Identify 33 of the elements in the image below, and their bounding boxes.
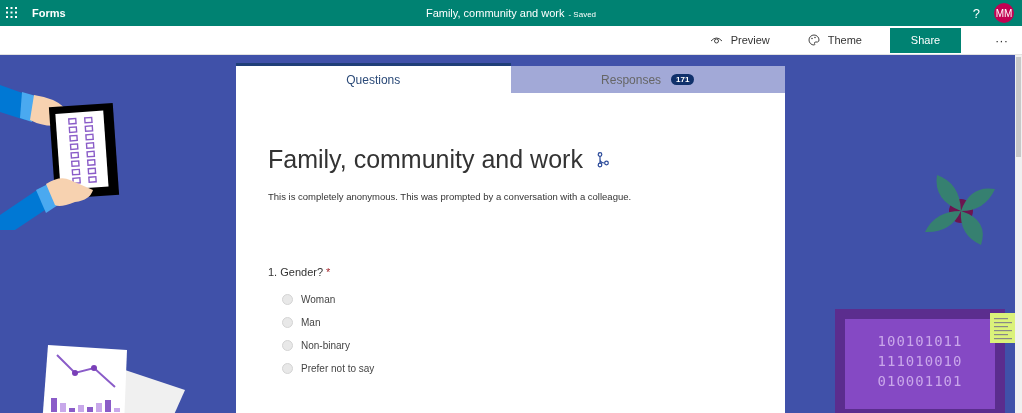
save-status: - Saved <box>568 10 597 19</box>
option-label[interactable]: Prefer not to say <box>301 363 375 374</box>
preview-button[interactable]: Preview <box>705 29 774 51</box>
share-button[interactable]: Share <box>890 27 961 53</box>
more-button[interactable]: ··· <box>991 29 1012 51</box>
binary-text: 010001101 <box>877 372 963 391</box>
question-text: 1. Gender? <box>268 266 324 278</box>
option-label[interactable]: Man <box>301 317 321 328</box>
radio-button[interactable] <box>282 363 293 374</box>
option-label[interactable]: Woman <box>301 294 336 305</box>
required-mark: * <box>326 266 331 278</box>
account-avatar[interactable]: MM <box>994 3 1014 23</box>
branching-icon[interactable] <box>596 151 609 168</box>
radio-button[interactable] <box>282 317 293 328</box>
radio-button[interactable] <box>282 294 293 305</box>
radio-button[interactable] <box>282 340 293 351</box>
binary-text: 111010010 <box>877 352 963 371</box>
app-name: Forms <box>32 7 66 19</box>
document-title: Family, community and work <box>425 7 565 19</box>
option-label[interactable]: Non-binary <box>301 340 350 351</box>
palette-icon <box>807 34 820 46</box>
form-description: This is completely anonymous. This was prompted by a conversation with a colleague. <box>268 191 633 202</box>
app-launcher-icon[interactable] <box>6 7 18 19</box>
flower-drawing <box>925 175 995 247</box>
form-title: Family, community and work <box>268 145 583 174</box>
response-count-badge: 171 <box>671 74 695 85</box>
eye-icon <box>709 35 723 45</box>
theme-button[interactable]: Theme <box>803 29 866 51</box>
sticky-note-drawing <box>990 313 1016 343</box>
binary-text: 100101011 <box>877 332 963 351</box>
scrollbar[interactable] <box>1015 55 1022 413</box>
tab[interactable]: Responses 171 <box>510 63 785 93</box>
help-button[interactable]: ? <box>972 5 980 21</box>
